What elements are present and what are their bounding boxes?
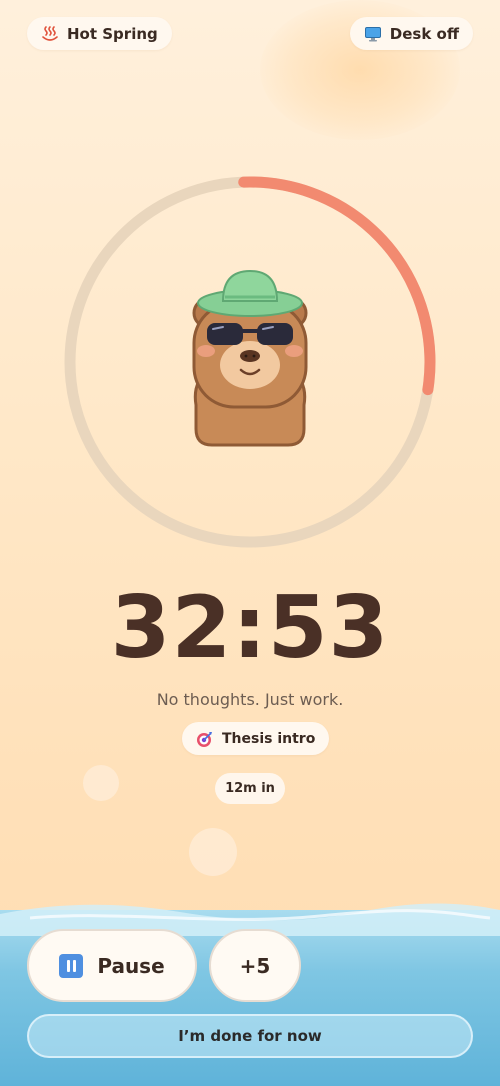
task-label: Thesis intro — [222, 730, 316, 747]
bubble-decoration — [83, 765, 119, 801]
bubble-decoration — [189, 828, 237, 876]
desk-label: Desk off — [389, 24, 459, 43]
elapsed-badge: 12m in — [215, 773, 285, 804]
location-label: Hot Spring — [67, 24, 158, 43]
task-chip[interactable]: Thesis intro — [182, 722, 330, 755]
add-five-minutes-button[interactable]: +5 — [209, 929, 301, 1002]
timer-readout: 32:53 — [110, 578, 390, 678]
bear-mascot — [192, 269, 308, 447]
motto-text: No thoughts. Just work. — [156, 690, 344, 709]
monitor-icon — [364, 25, 382, 43]
pause-button[interactable]: Pause — [27, 929, 197, 1002]
location-chip[interactable]: Hot Spring — [27, 17, 172, 50]
done-label: I’m done for now — [178, 1027, 322, 1045]
bucket-hat-icon — [197, 269, 303, 317]
done-button[interactable]: I’m done for now — [27, 1014, 473, 1058]
hot-spring-icon — [41, 25, 59, 43]
pause-label: Pause — [97, 953, 165, 978]
pause-icon — [59, 953, 84, 978]
timer-ring — [64, 176, 436, 548]
desk-toggle-chip[interactable]: Desk off — [349, 17, 473, 50]
add-time-label: +5 — [239, 953, 271, 978]
target-icon — [196, 730, 214, 748]
